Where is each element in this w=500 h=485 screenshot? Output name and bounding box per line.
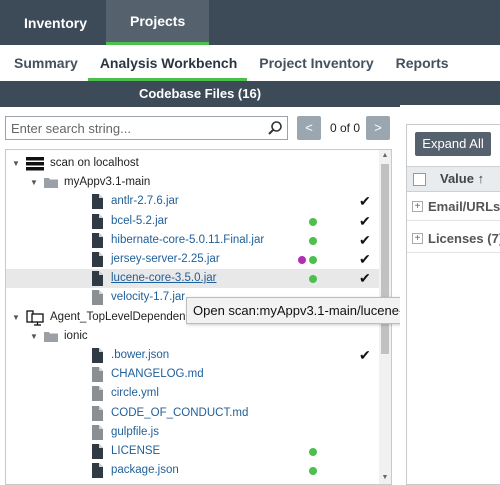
caret-down-icon[interactable]: ▼ (30, 173, 38, 192)
tree-row[interactable]: CODE_OF_CONDUCT.md (6, 404, 379, 423)
file-link[interactable]: antlr-2.7.6.jar (111, 192, 179, 211)
tree-node-label[interactable]: scan on localhost (50, 154, 139, 173)
search-input[interactable] (6, 117, 261, 139)
tree-row[interactable]: .bower.json ✔ (6, 346, 379, 365)
match-counter: 0 of 0 (329, 121, 361, 135)
tree-row[interactable]: bcel-5.2.jar ✔ (6, 212, 379, 231)
right-panel-header (400, 81, 500, 105)
group-label: Licenses (7) (428, 231, 500, 246)
tree-row[interactable]: jersey-server-2.25.jar ✔ (6, 250, 379, 269)
file-icon (92, 463, 103, 478)
tree-row[interactable]: circle.yml (6, 384, 379, 403)
file-link[interactable]: bcel-5.2.jar (111, 212, 168, 231)
file-icon (92, 386, 103, 401)
prev-match-button[interactable]: < (297, 116, 321, 140)
file-link[interactable]: velocity-1.7.jar (111, 288, 185, 307)
file-icon (92, 194, 103, 209)
tree-row[interactable]: antlr-2.7.6.jar ✔ (6, 192, 379, 211)
agent-icon (26, 310, 44, 326)
search-icon[interactable] (267, 120, 283, 136)
caret-down-icon[interactable]: ▼ (12, 154, 20, 173)
file-link[interactable]: jersey-server-2.25.jar (111, 250, 220, 269)
tree-row[interactable]: ▼ ionic (6, 327, 379, 346)
sub-nav: Summary Analysis Workbench Project Inven… (0, 45, 500, 81)
tree-row[interactable]: package.json (6, 461, 379, 480)
select-all-checkbox[interactable] (413, 173, 426, 186)
scroll-down-arrow-icon[interactable]: ▼ (379, 472, 391, 484)
group-licenses[interactable]: + Licenses (7) (407, 227, 500, 253)
tree-row[interactable]: CHANGELOG.md (6, 365, 379, 384)
expand-all-button[interactable]: Expand All (415, 132, 491, 156)
file-icon (92, 214, 103, 229)
file-icon (92, 271, 103, 286)
checkmark-icon: ✔ (359, 251, 371, 267)
file-link[interactable]: package.json (111, 461, 179, 480)
tree-row[interactable]: hibernate-core-5.0.11.Final.jar ✔ (6, 231, 379, 250)
checkmark-icon: ✔ (359, 232, 371, 248)
tree-row[interactable]: LICENSE (6, 442, 379, 461)
expand-plus-icon[interactable]: + (412, 201, 423, 212)
codebase-panel: Codebase Files (16) < 0 of 0 > package.j… (0, 81, 400, 485)
status-dot (309, 256, 317, 264)
status-dot (309, 218, 317, 226)
checkmark-icon: ✔ (359, 270, 371, 286)
value-column-header: Value ↑ (407, 166, 500, 192)
file-link[interactable]: hibernate-core-5.0.11.Final.jar (111, 231, 264, 250)
subtab-project-inventory[interactable]: Project Inventory (259, 45, 373, 81)
scroll-up-arrow-icon[interactable]: ▲ (379, 150, 391, 162)
subtab-reports[interactable]: Reports (396, 45, 449, 81)
status-dot (309, 275, 317, 283)
codebase-title: Codebase Files (16) (138, 86, 262, 101)
tree-node-label[interactable]: myAppv3.1-main (64, 173, 150, 192)
tree-row[interactable]: ▼ myAppv3.1-main (6, 173, 379, 192)
file-icon (92, 290, 103, 305)
search-box (5, 116, 288, 140)
tree-node-label[interactable]: Agent_TopLevelDependency_ (50, 308, 203, 327)
tree-row[interactable]: lucene-core-3.5.0.jar ✔ (6, 269, 379, 288)
file-link[interactable]: .bower.json (111, 346, 169, 365)
sort-asc-icon: ↑ (477, 171, 485, 186)
folder-icon (44, 332, 58, 342)
scroll-thumb[interactable] (381, 164, 389, 354)
checkmark-icon: ✔ (359, 347, 371, 363)
subtab-analysis-workbench[interactable]: Analysis Workbench (87, 45, 248, 81)
file-icon (92, 406, 103, 421)
server-icon (26, 157, 44, 171)
group-email-urls[interactable]: + Email/URLs (407, 195, 500, 221)
group-label: Email/URLs (428, 199, 500, 214)
tree-row[interactable]: gulpfile.js (6, 423, 379, 442)
folder-icon (44, 178, 58, 188)
file-link[interactable]: CHANGELOG.md (111, 365, 204, 384)
file-icon (92, 425, 103, 440)
checkmark-icon: ✔ (359, 213, 371, 229)
codebase-body: < 0 of 0 > package.jsonLICENSEgulpfile.j… (0, 107, 400, 485)
file-icon (92, 348, 103, 363)
file-icon (92, 367, 103, 382)
file-icon (92, 444, 103, 459)
file-icon (92, 233, 103, 248)
caret-down-icon[interactable]: ▼ (12, 308, 20, 327)
caret-down-icon[interactable]: ▼ (30, 327, 38, 346)
subtab-summary[interactable]: Summary (14, 45, 78, 81)
checkmark-icon: ✔ (359, 193, 371, 209)
tree-node-label[interactable]: ionic (64, 327, 88, 346)
value-header-label[interactable]: Value ↑ (440, 167, 484, 191)
status-dot (309, 467, 317, 475)
file-link[interactable]: gulpfile.js (111, 423, 159, 442)
file-link[interactable]: CODE_OF_CONDUCT.md (111, 404, 248, 423)
expand-plus-icon[interactable]: + (412, 233, 423, 244)
status-dot (298, 256, 306, 264)
top-nav: Inventory Projects (0, 0, 500, 45)
file-link[interactable]: LICENSE (111, 442, 160, 461)
file-link[interactable]: lucene-core-3.5.0.jar (111, 269, 216, 288)
tree-row[interactable]: ▼ scan on localhost (6, 154, 379, 173)
next-match-button[interactable]: > (366, 116, 390, 140)
tab-projects[interactable]: Projects (106, 0, 210, 45)
tab-inventory[interactable]: Inventory (0, 0, 106, 45)
status-dot (309, 448, 317, 456)
status-dot (309, 237, 317, 245)
file-icon (92, 252, 103, 267)
file-link[interactable]: circle.yml (111, 384, 159, 403)
